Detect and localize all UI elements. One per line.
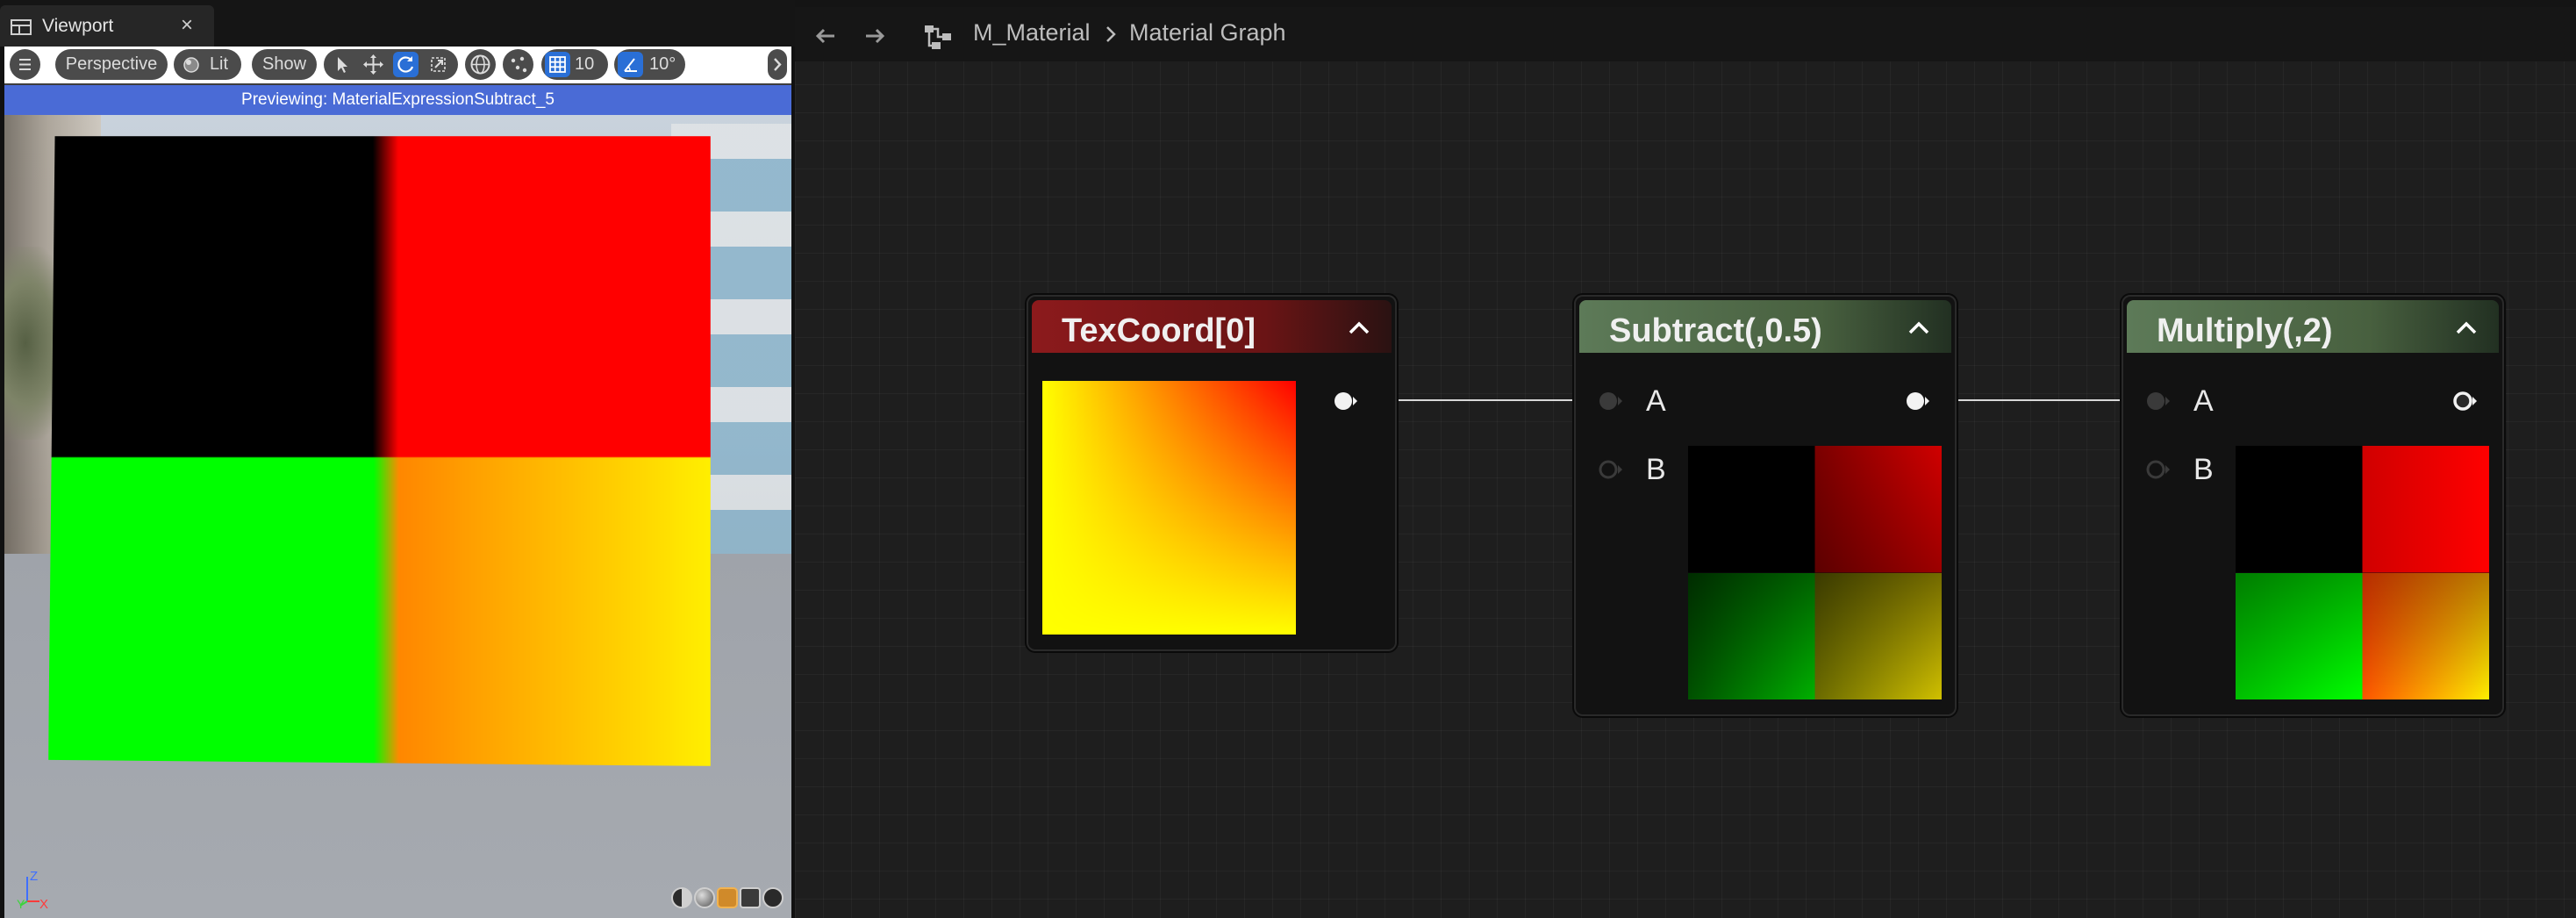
cube-preview-icon[interactable] xyxy=(740,887,761,908)
axis-z-label: Z xyxy=(30,870,38,884)
custom-mesh-preview-icon[interactable] xyxy=(762,887,784,908)
show-button[interactable]: Show xyxy=(252,49,317,80)
node-title: Multiply(,2) xyxy=(2157,312,2333,349)
output-pin[interactable] xyxy=(1332,388,1358,414)
world-local-toggle[interactable] xyxy=(465,49,496,80)
viewport-tab-bar: Viewport × xyxy=(0,0,795,47)
move-icon xyxy=(363,54,383,75)
chevron-right-icon xyxy=(774,58,782,71)
material-preview-plane xyxy=(48,136,711,766)
viewport-menu-button[interactable] xyxy=(10,49,40,80)
pin-b-label: B xyxy=(1646,453,1666,486)
viewport-tab-label: Viewport xyxy=(42,16,114,36)
output-pin[interactable] xyxy=(1904,388,1930,414)
input-pin-b[interactable] xyxy=(2144,456,2171,483)
input-pin-b[interactable] xyxy=(1597,456,1623,483)
preview-shape-buttons xyxy=(671,887,787,910)
collapse-chevron-icon[interactable] xyxy=(1906,318,1932,337)
texcoord-preview-thumbnail xyxy=(1042,381,1296,635)
axis-x-label: X xyxy=(39,897,48,909)
pin-a-label: A xyxy=(2193,384,2214,418)
viewport-tab[interactable]: Viewport × xyxy=(0,5,214,47)
node-multiply[interactable]: Multiply(,2) A B xyxy=(2122,295,2504,716)
viewport-layout-icon xyxy=(11,19,32,35)
viewport-panel: Viewport × Perspective Lit Show 10 10° P… xyxy=(0,0,795,918)
lit-sphere-icon xyxy=(183,57,199,73)
lit-button[interactable]: Lit xyxy=(174,49,241,80)
perspective-button[interactable]: Perspective xyxy=(55,49,168,80)
node-multiply-header[interactable]: Multiply(,2) xyxy=(2127,300,2499,353)
rotate-icon xyxy=(397,56,414,73)
select-arrow-icon xyxy=(338,57,347,73)
sphere-preview-icon[interactable] xyxy=(694,887,715,908)
globe-icon xyxy=(470,54,490,75)
node-title: Subtract(,0.5) xyxy=(1609,312,1822,349)
toolbar-overflow-button[interactable] xyxy=(768,49,787,80)
rotate-tool-button[interactable] xyxy=(393,52,419,77)
collapse-chevron-icon[interactable] xyxy=(2453,318,2479,337)
lit-label: Lit xyxy=(209,54,229,74)
grid-snap-group[interactable]: 10 xyxy=(541,49,608,80)
axis-gizmo: Z Y X xyxy=(17,870,48,909)
hamburger-icon xyxy=(19,59,31,70)
surface-snap-icon xyxy=(511,56,527,73)
translate-tool-button[interactable] xyxy=(361,52,386,77)
surface-snap-toggle[interactable] xyxy=(503,49,533,80)
node-subtract[interactable]: Subtract(,0.5) A B xyxy=(1574,295,1957,716)
cylinder-preview-icon[interactable] xyxy=(671,887,692,908)
pin-a-label: A xyxy=(1646,384,1666,418)
grid-snap-icon[interactable] xyxy=(545,52,570,77)
plane-preview-icon[interactable] xyxy=(717,887,738,908)
scale-tool-button[interactable] xyxy=(426,52,451,77)
scale-icon xyxy=(431,57,446,72)
viewport-scene[interactable]: Z Y X xyxy=(4,115,791,918)
viewport-toolbar: Perspective Lit Show 10 10° xyxy=(4,47,791,83)
input-pin-a[interactable] xyxy=(1597,388,1623,414)
node-subtract-header[interactable]: Subtract(,0.5) xyxy=(1579,300,1951,353)
node-texcoord-header[interactable]: TexCoord[0] xyxy=(1032,300,1392,353)
rotation-snap-value: 10° xyxy=(649,54,676,74)
material-graph-canvas[interactable]: M_Material Material Graph TexCoord[0] Su… xyxy=(795,0,2576,918)
rotation-snap-icon[interactable] xyxy=(618,52,643,77)
node-texcoord[interactable]: TexCoord[0] xyxy=(1027,295,1397,651)
select-tool-button[interactable] xyxy=(329,52,354,77)
previewing-banner: Previewing: MaterialExpressionSubtract_5 xyxy=(4,85,791,115)
close-icon[interactable]: × xyxy=(181,13,193,38)
subtract-preview-thumbnail xyxy=(1688,446,1942,699)
axis-y-label: Y xyxy=(17,897,25,909)
input-pin-a[interactable] xyxy=(2144,388,2171,414)
pin-b-label: B xyxy=(2193,453,2214,486)
collapse-chevron-icon[interactable] xyxy=(1346,318,1372,337)
rotation-snap-group[interactable]: 10° xyxy=(614,49,685,80)
grid-snap-value: 10 xyxy=(575,54,595,74)
viewport-frame[interactable]: Perspective Lit Show 10 10° Previewing: … xyxy=(4,47,791,918)
multiply-preview-thumbnail xyxy=(2236,446,2489,699)
output-pin-unconnected[interactable] xyxy=(2451,388,2478,414)
node-title: TexCoord[0] xyxy=(1062,312,1256,349)
